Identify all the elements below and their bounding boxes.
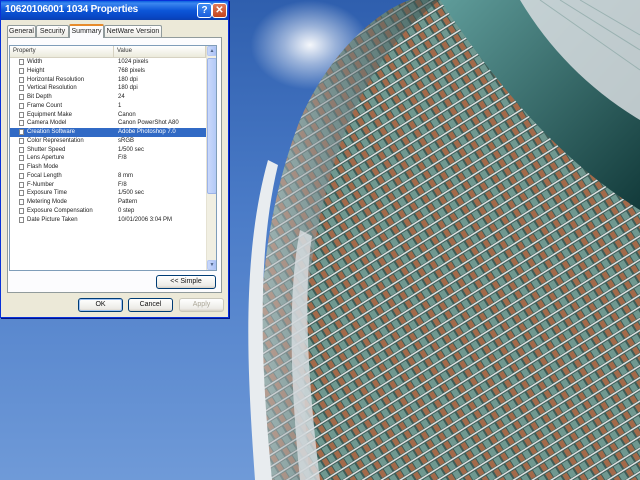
property-icon [19,94,24,100]
property-name: Shutter Speed [27,146,66,153]
list-item[interactable]: Shutter Speed 1/500 sec [10,146,206,155]
list-item[interactable]: Width 1024 pixels [10,58,206,67]
ok-button[interactable]: OK [78,298,123,312]
property-value: 180 dpi [118,76,138,83]
property-icon [19,129,24,135]
property-value: Canon PowerShot A80 [118,120,179,127]
list-item[interactable]: Exposure Time 1/500 sec [10,189,206,198]
cancel-button[interactable]: Cancel [128,298,173,312]
property-value: F/8 [118,181,127,188]
column-header-value[interactable]: Value [114,46,206,57]
list-header: Property Value [10,46,206,58]
property-name: Color Representation [27,137,84,144]
title-bar[interactable]: 10620106001 1034 Properties ? ✕ [1,1,228,20]
property-name: Width [27,59,43,65]
tab-general[interactable]: General [7,25,36,37]
property-icon [19,85,24,92]
property-icon [19,76,24,83]
properties-list[interactable]: Property Value Width 1024 pixels Height 768… [9,45,217,271]
property-value: Adobe Photoshop 7.0 [118,129,176,135]
property-icon [19,190,24,197]
list-item[interactable]: Color Representation sRGB [10,137,206,146]
property-value: 0 step [118,207,135,214]
tab-netware-version[interactable]: NetWare Version [104,25,162,37]
property-name: Flash Mode [27,164,59,170]
property-value: 10/01/2006 3:04 PM [118,216,173,223]
list-item[interactable]: Height 768 pixels [10,67,206,76]
property-icon [19,164,24,170]
list-item[interactable]: Metering Mode Pattern [10,198,206,207]
property-icon [19,172,24,179]
property-name: Focal Length [27,172,62,179]
scroll-down-arrow-icon[interactable]: ▼ [207,260,216,270]
property-value: F/8 [118,155,127,162]
apply-button[interactable]: Apply [179,298,224,312]
property-icon [19,59,24,65]
list-item[interactable]: Lens Aperture F/8 [10,154,206,163]
property-value: Canon [118,111,136,118]
property-icon [19,207,24,214]
scroll-thumb[interactable] [207,58,216,194]
list-item[interactable]: Camera Model Canon PowerShot A80 [10,119,206,128]
property-value: sRGB [118,137,135,144]
property-name: Camera Model [27,120,67,127]
list-item[interactable]: Date Picture Taken 10/01/2006 3:04 PM [10,216,206,225]
property-icon [19,146,24,153]
property-name: Exposure Compensation [27,207,93,214]
property-name: Metering Mode [27,199,68,205]
property-value: 1/500 sec [118,190,145,197]
list-rows: Width 1024 pixels Height 768 pixels Horizont… [10,58,206,224]
simple-view-button[interactable]: << Simple [156,275,216,289]
column-header-property[interactable]: Property [10,46,114,57]
property-name: Bit Depth [27,94,52,100]
property-icon [19,111,24,118]
window-title: 10620106001 1034 Properties [5,4,139,15]
list-item[interactable]: Vertical Resolution 180 dpi [10,84,206,93]
property-icon [19,67,24,74]
property-value: Pattern [118,199,138,205]
property-name: Vertical Resolution [27,85,77,92]
properties-dialog[interactable]: 10620106001 1034 Properties ? ✕ General … [0,0,229,318]
property-value: 768 pixels [118,67,146,74]
property-name: F-Number [27,181,55,188]
help-button[interactable]: ? [197,3,212,18]
close-button[interactable]: ✕ [212,3,227,18]
property-name: Creation Software [27,129,76,135]
property-icon [19,181,24,188]
property-value: 1/500 sec [118,146,145,153]
property-value: 8 mm [118,172,133,179]
property-name: Date Picture Taken [27,216,78,223]
property-name: Equipment Make [27,111,73,118]
list-item[interactable]: Bit Depth 24 [10,93,206,102]
tab-summary[interactable]: Summary [69,24,104,38]
property-value: 24 [118,94,125,100]
property-name: Horizontal Resolution [27,76,85,83]
list-item[interactable]: Horizontal Resolution 180 dpi [10,76,206,85]
property-name: Lens Aperture [27,155,65,162]
list-item[interactable]: Frame Count 1 [10,102,206,111]
property-name: Exposure Time [27,190,68,197]
property-name: Frame Count [27,102,63,109]
property-name: Height [27,67,45,74]
property-icon [19,155,24,162]
property-value: 1 [118,102,122,109]
scroll-up-arrow-icon[interactable]: ▲ [207,46,216,56]
list-item[interactable]: Flash Mode [10,163,206,172]
property-icon [19,216,24,223]
list-item[interactable]: Equipment Make Canon [10,111,206,120]
tab-security[interactable]: Security [36,25,69,37]
property-value: 180 dpi [118,85,138,92]
list-item[interactable]: Exposure Compensation 0 step [10,207,206,216]
property-icon [19,137,24,144]
property-icon [19,102,24,109]
property-icon [19,120,24,127]
list-item[interactable]: Focal Length 8 mm [10,172,206,181]
list-item[interactable]: Creation Software Adobe Photoshop 7.0 [10,128,206,137]
list-item[interactable]: F-Number F/8 [10,181,206,190]
property-icon [19,199,24,205]
vertical-scrollbar[interactable]: ▲ ▼ [206,46,216,270]
property-value: 1024 pixels [118,59,149,65]
